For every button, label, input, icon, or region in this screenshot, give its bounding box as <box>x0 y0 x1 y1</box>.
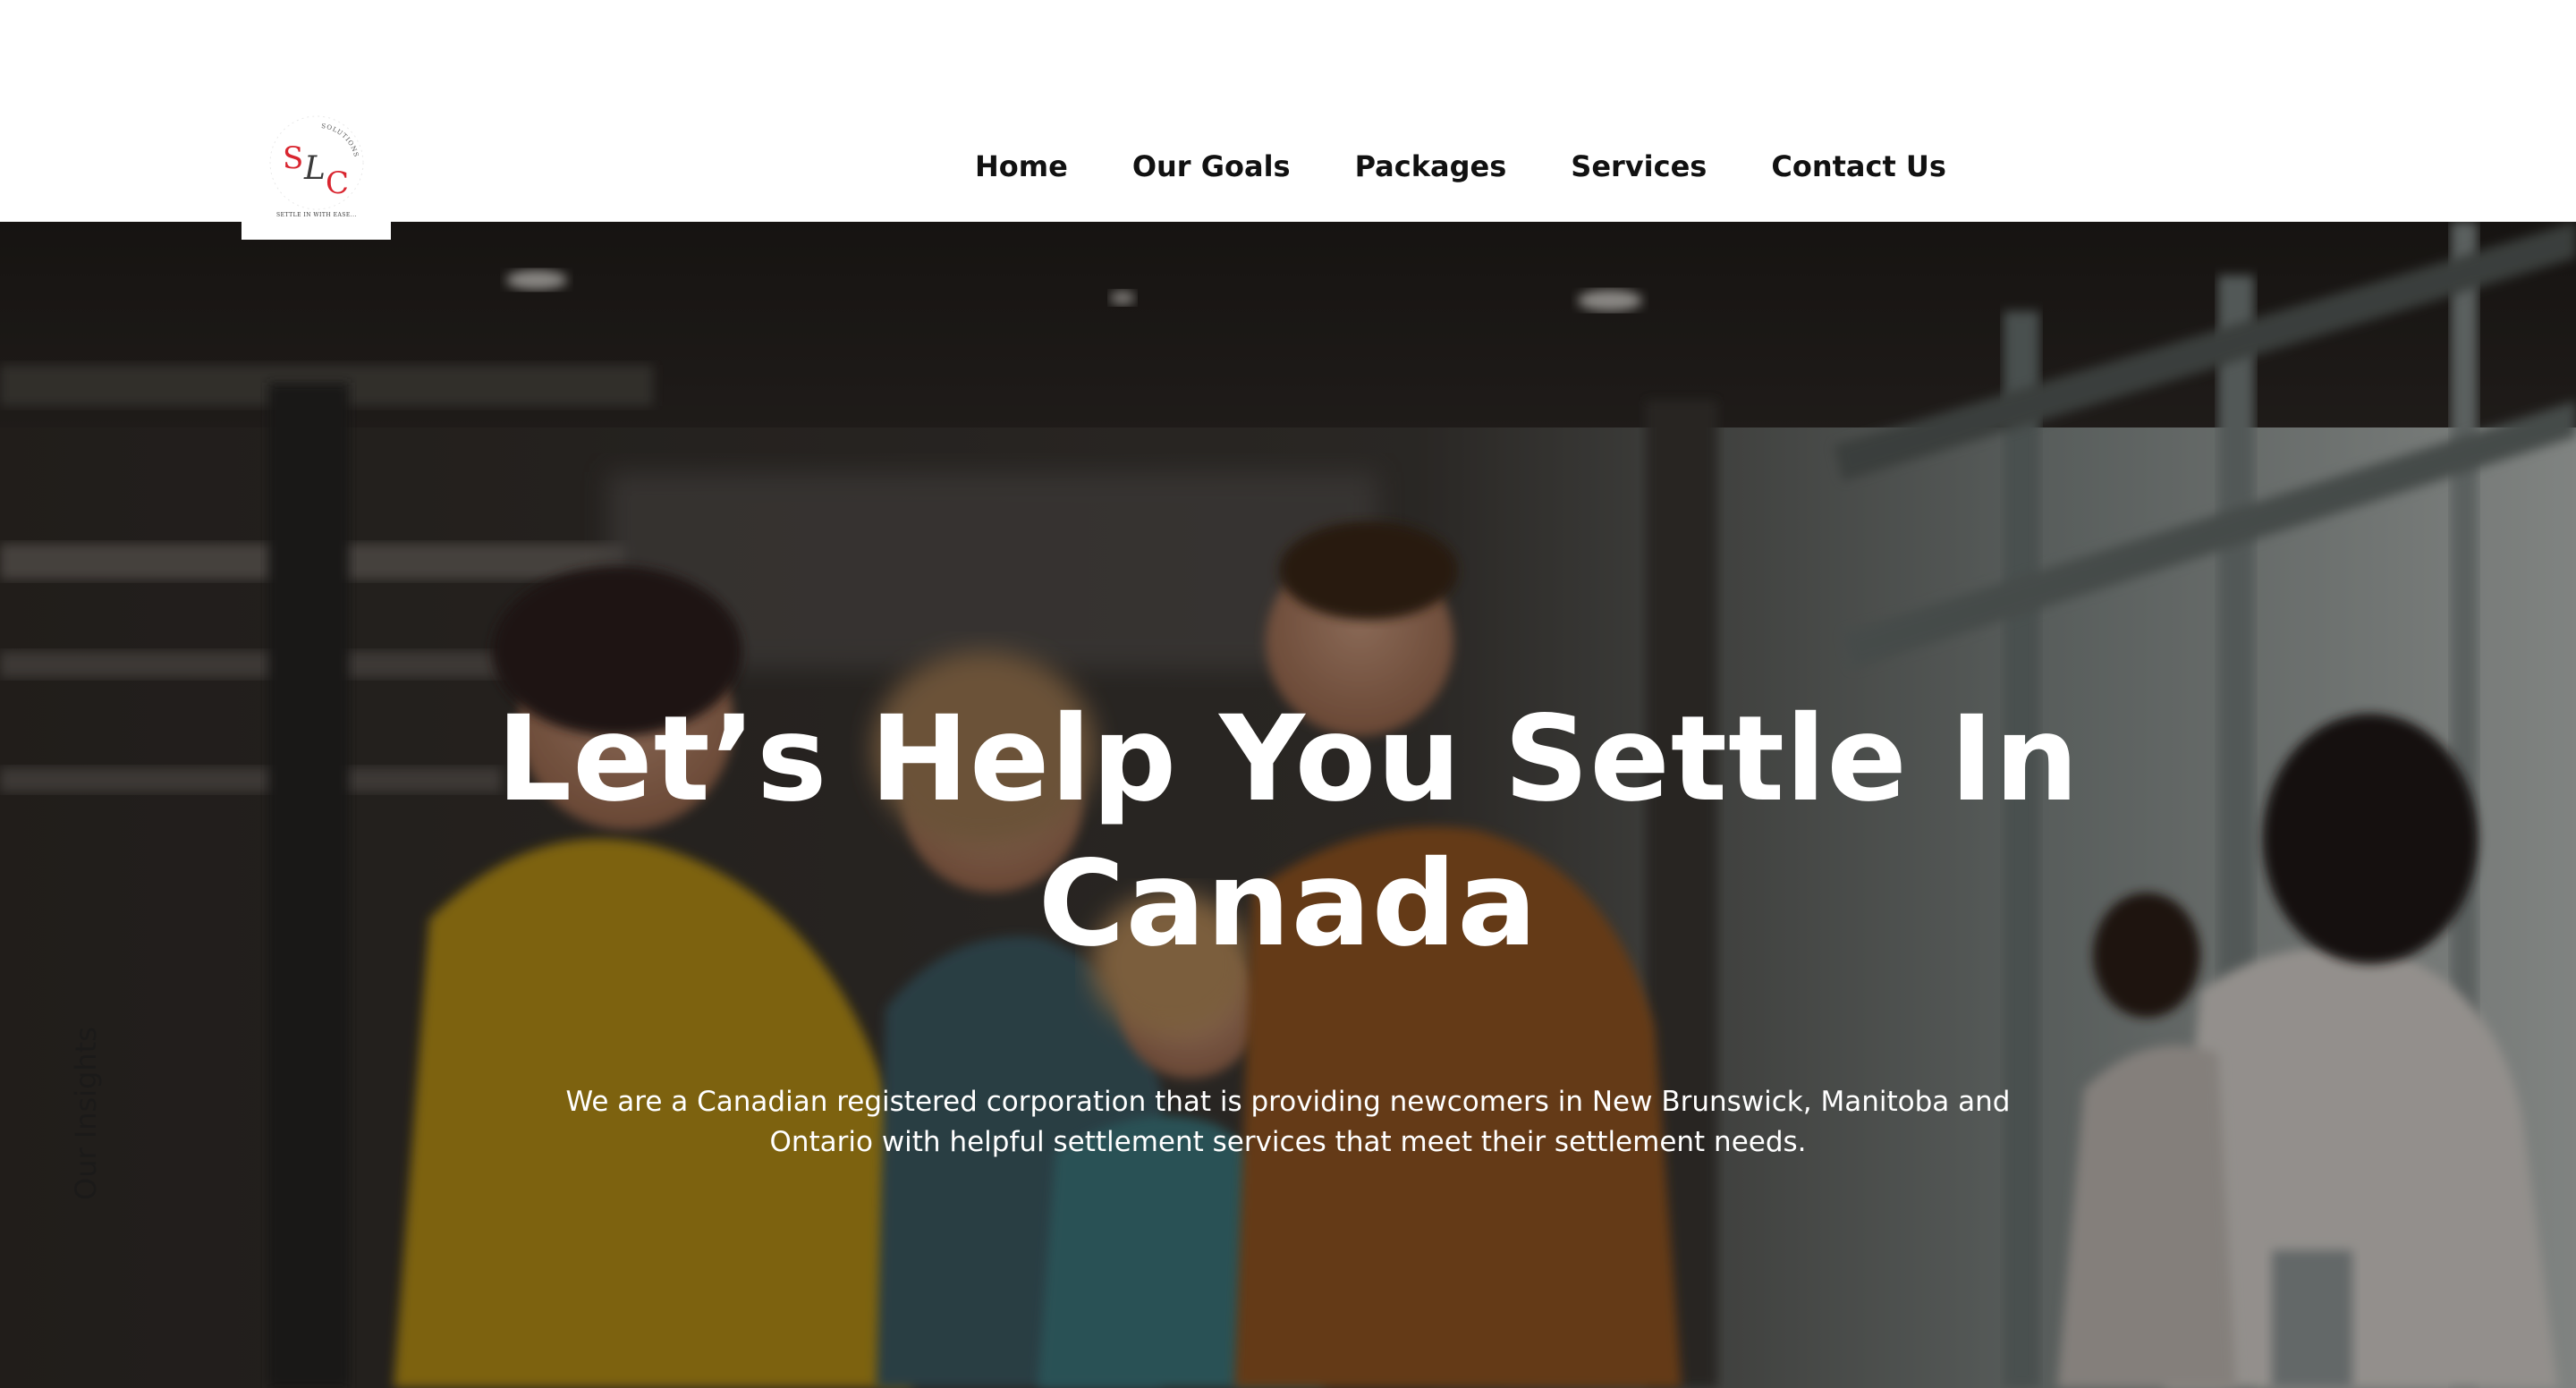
logo-letter-s: S <box>283 140 303 176</box>
hero-section: Let’s Help You Settle In Canada We are a… <box>0 222 2576 1388</box>
nav-contact-us[interactable]: Contact Us <box>1771 145 1946 188</box>
nav-packages[interactable]: Packages <box>1355 145 1507 188</box>
nav-services[interactable]: Services <box>1571 145 1707 188</box>
logo-letter-c: C <box>326 165 349 201</box>
hero-title-line-2: Canada <box>1038 835 1538 973</box>
main-nav: Home Our Goals Packages Services Contact… <box>975 145 1946 188</box>
nav-our-goals[interactable]: Our Goals <box>1132 145 1291 188</box>
slc-logo-icon: SOLUTIONS S L C SETTLE IN WITH EASE... <box>269 115 363 218</box>
our-insights-side-tab[interactable]: Our Insights <box>68 1002 104 1225</box>
hero-description-line-2: Ontario with helpful settlement services… <box>769 1126 1807 1158</box>
hero-description: We are a Canadian registered corporation… <box>537 1082 2039 1163</box>
svg-text:SOLUTIONS: SOLUTIONS <box>320 123 360 158</box>
nav-home[interactable]: Home <box>975 145 1068 188</box>
logo-letter-l: L <box>303 150 326 187</box>
logo-tagline: SETTLE IN WITH EASE... <box>275 212 356 218</box>
site-logo[interactable]: SOLUTIONS S L C SETTLE IN WITH EASE... <box>242 93 391 240</box>
our-insights-label: Our Insights <box>69 1027 104 1200</box>
hero-title-line-1: Let’s Help You Settle In <box>496 690 2080 828</box>
hero-title: Let’s Help You Settle In Canada <box>483 687 2093 977</box>
hero-description-line-1: We are a Canadian registered corporation… <box>565 1086 2011 1118</box>
